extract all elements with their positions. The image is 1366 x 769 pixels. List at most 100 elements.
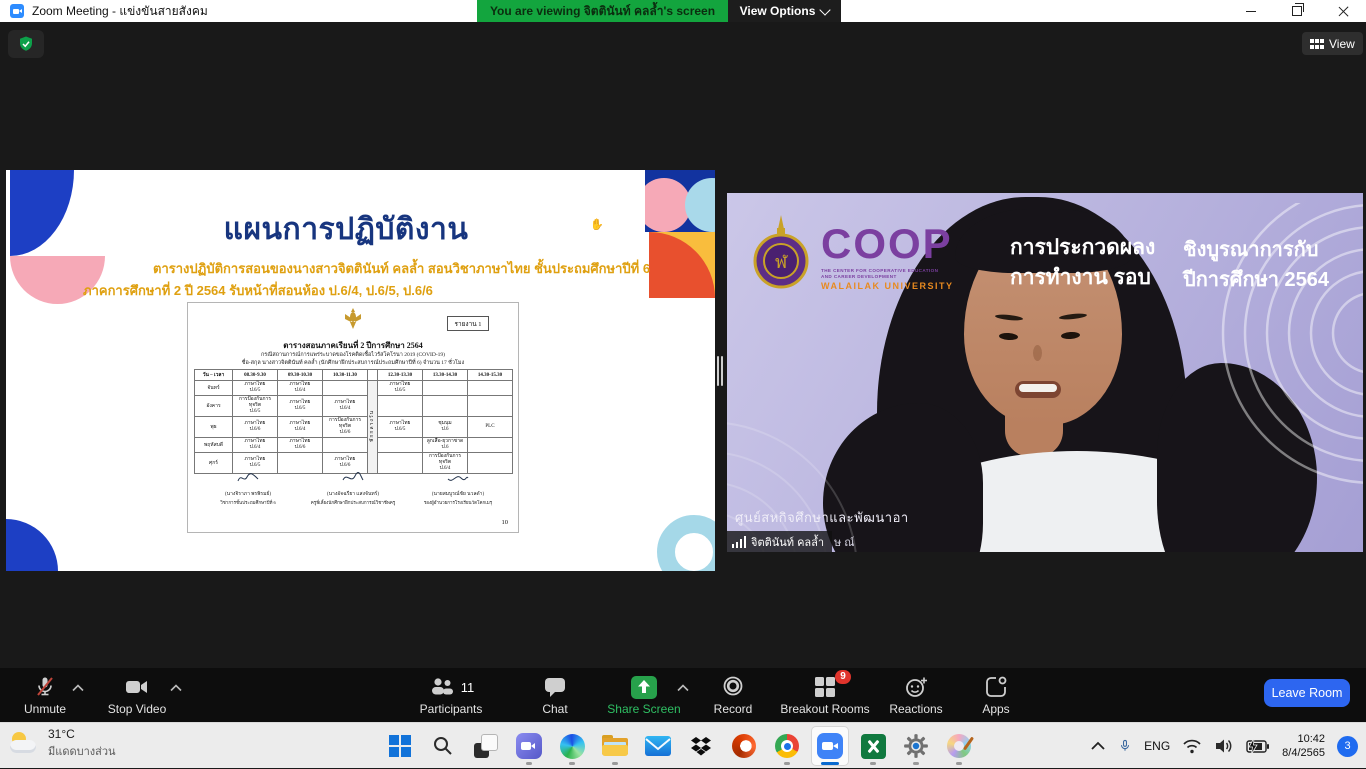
taskbar-paint-app[interactable] (941, 727, 977, 765)
speaker-icon[interactable] (1214, 737, 1234, 755)
teams-chat-icon (516, 733, 542, 759)
share-screen-icon (631, 676, 657, 699)
person-nose (1033, 345, 1042, 361)
tray-time: 10:42 (1282, 732, 1325, 746)
coop-university: WALAILAK UNIVERSITY (821, 281, 954, 291)
video-footer-fragment: ษ ณ์ (834, 533, 855, 551)
window-titlebar: Zoom Meeting - แข่งขันสายสังคม You are v… (0, 0, 1366, 22)
tray-microphone-icon[interactable] (1118, 736, 1132, 756)
tray-chevron-up-icon[interactable] (1090, 741, 1106, 751)
timetable-cell: ภาษาไทย ป.6/4 (323, 396, 368, 417)
doc-covid-line: กรณีสถานการณ์การแพร่ระบาดของโรคติดเชื้อไ… (188, 351, 518, 359)
apps-icon (984, 675, 1008, 699)
signal-strength-icon (732, 536, 746, 548)
meeting-info-shield-button[interactable] (8, 30, 44, 58)
clock[interactable]: 10:42 8/4/2565 (1282, 732, 1325, 761)
edge-icon (560, 734, 585, 759)
stop-video-button[interactable]: Stop Video (77, 674, 197, 716)
taskbar-excel-app[interactable] (855, 727, 891, 765)
restore-button[interactable] (1280, 0, 1314, 22)
participant-name-label: จิตตินันท์ คลล้ำ (727, 531, 832, 552)
notification-badge[interactable]: 3 (1337, 736, 1358, 757)
wifi-icon[interactable] (1182, 738, 1202, 754)
decor-arc-lines (727, 392, 927, 552)
mail-icon (645, 736, 671, 756)
taskbar-mail-app[interactable] (640, 727, 676, 765)
battery-charging-icon[interactable] (1246, 737, 1270, 755)
timetable-row: พฤหัสบดี ภาษาไทย ป.6/4 ภาษาไทย ป.6/6 ลูก… (195, 438, 513, 453)
slide-title: แผนการปฏิบัติงาน (6, 206, 686, 253)
shield-check-icon (17, 35, 35, 53)
temperature: 31°C (48, 727, 116, 741)
apps-button[interactable]: Apps (936, 674, 1056, 716)
windows-icon (389, 735, 411, 757)
weather-text: มีแดดบางส่วน (48, 742, 116, 760)
video-options-chevron[interactable] (170, 684, 182, 692)
participants-button[interactable]: 11 Participants (391, 674, 511, 716)
minimize-icon (1246, 11, 1256, 12)
signature-scribble-icon (341, 472, 365, 484)
panel-resize-handle[interactable] (716, 356, 724, 386)
signature-1: (นางจิราภา พรพิรมย์) วิชาการชั้นประถมศึก… (198, 471, 298, 506)
taskbar-dropbox-app[interactable] (683, 727, 719, 765)
start-button[interactable] (382, 727, 418, 765)
header-cell: 14.30-15.30 (468, 370, 513, 381)
header-cell: วัน – เวลา (195, 370, 233, 381)
timetable-cell: ภาษาไทย ป.6/4 (233, 438, 278, 453)
close-icon (1338, 6, 1349, 17)
view-options-button[interactable]: View Options (728, 0, 841, 22)
weather-widget[interactable]: 31°C มีแดดบางส่วน (10, 727, 116, 760)
timetable-cell: PLC (468, 417, 513, 438)
taskbar-icons (382, 727, 977, 765)
signature-scribble-icon (446, 472, 470, 484)
day-cell: พฤหัสบดี (195, 438, 233, 453)
decor-blue-quarter (6, 519, 58, 571)
timetable-cell: ภาษาไทย ป.6/5 (378, 417, 423, 438)
timetable-cell (423, 396, 468, 417)
video-camera-icon (124, 675, 150, 699)
window-title: Zoom Meeting - แข่งขันสายสังคม (32, 0, 208, 22)
task-view-button[interactable] (468, 727, 504, 765)
language-indicator[interactable]: ENG (1144, 739, 1170, 753)
timetable-cell: ภาษาไทย ป.6/5 (233, 381, 278, 396)
timetable-cell: ภาษาไทย ป.6/4 (278, 381, 323, 396)
slide-subtitle-line2: ภาคการศึกษาที่ 2 ปี 2564 รับหน้าที่สอนห้… (83, 280, 433, 301)
remote-pointer-icon: ✋ (590, 218, 604, 231)
timetable-cell: การป้องกันการทุจริต ป.6/5 (233, 396, 278, 417)
timetable-cell: ลูกเสือ-ยุวกาชาด ป.6 (423, 438, 468, 453)
taskbar-edge-app[interactable] (554, 727, 590, 765)
view-layout-button[interactable]: View (1302, 32, 1363, 55)
taskbar-office-app[interactable] (726, 727, 762, 765)
shared-screen-slide: แผนการปฏิบัติงาน ✋ ตารางปฏิบัติการสอนของ… (6, 170, 715, 571)
system-tray: ENG 10:42 8/4/2565 3 (1090, 723, 1358, 769)
breakout-rooms-icon (813, 675, 837, 699)
timetable-cell (468, 438, 513, 453)
timetable-cell: ภาษาไทย ป.6/5 (378, 381, 423, 396)
timetable-cell (323, 438, 368, 453)
header-cell-lunch (368, 370, 378, 381)
chevron-down-icon (820, 4, 831, 15)
video-footer-text: ศูนย์สหกิจศึกษาและพัฒนาอา (735, 507, 909, 528)
taskbar-zoom-app[interactable] (812, 727, 848, 765)
taskbar-chat-app[interactable] (511, 727, 547, 765)
view-options-label: View Options (740, 0, 816, 22)
participants-count: 11 (461, 680, 475, 695)
taskbar-chrome-app[interactable] (769, 727, 805, 765)
close-button[interactable] (1326, 0, 1360, 22)
taskbar-file-explorer[interactable] (597, 727, 633, 765)
zoom-app-icon (10, 4, 24, 18)
video-headline-left: การประกวดผลง การทำงาน รอบ (1010, 233, 1155, 294)
coop-subline-2: AND CAREER DEVELOPMENT (821, 274, 954, 279)
grid-view-icon (1310, 38, 1324, 50)
record-icon (721, 675, 745, 699)
minimize-button[interactable] (1234, 0, 1268, 22)
search-button[interactable] (425, 727, 461, 765)
timetable-cell (468, 396, 513, 417)
participants-icon (428, 675, 456, 699)
timetable-cell: ภาษาไทย ป.6/6 (233, 417, 278, 438)
taskbar-settings-app[interactable] (898, 727, 934, 765)
leave-room-button[interactable]: Leave Room (1264, 679, 1350, 707)
zoom-toolbar: Unmute Stop Video 11 Participants (0, 668, 1366, 722)
video-headline-right: ชิงบูรณาการกับ ปีการศึกษา 2564 (1183, 235, 1329, 295)
dropbox-icon (690, 736, 712, 757)
